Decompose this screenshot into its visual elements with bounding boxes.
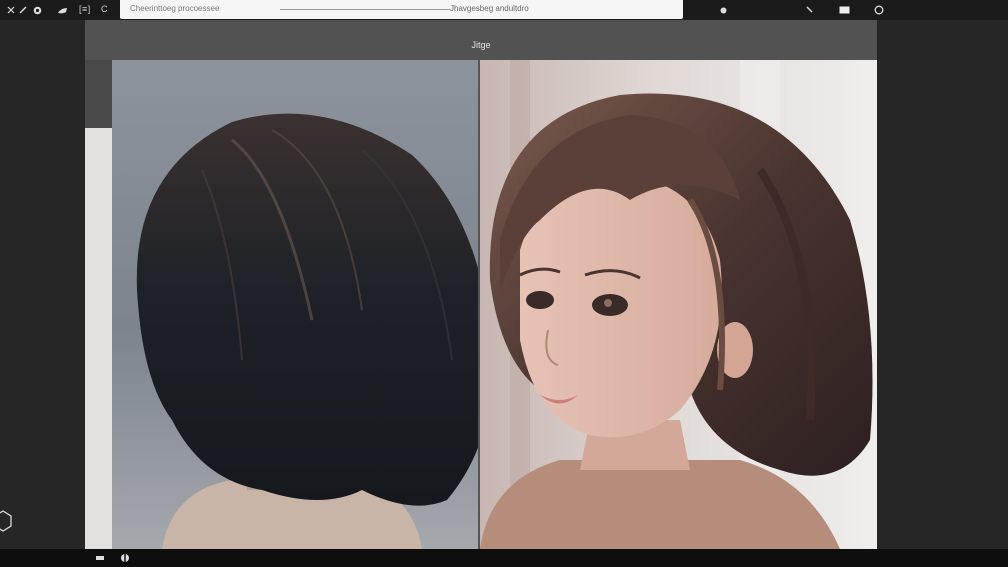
left-panel: prunto [0,20,85,563]
address-bar[interactable]: Cheerinttoeg procoessee Jhavgesbeg andul… [120,0,683,19]
canvas-left-strip-dark [85,60,112,128]
top-toolbar: [≡] C Cheerinttoeg procoessee Jhavgesbeg… [0,0,1008,20]
right-panel [877,20,1008,549]
pen-icon[interactable] [16,3,30,17]
record-icon[interactable] [30,3,44,17]
address-divider [280,9,450,10]
screen-icon[interactable] [837,3,851,17]
window-icon[interactable] [95,553,105,563]
crop-button[interactable]: C [101,4,108,14]
bottom-taskbar [0,549,1008,567]
arrow-icon[interactable] [803,3,817,17]
frame-text-button[interactable]: [≡] [79,4,91,14]
dot-icon[interactable] [716,3,730,17]
brush-icon[interactable] [55,3,69,17]
address-text-secondary: Jhavgesbeg andultdro [450,4,529,13]
canvas-title: Jitge [471,40,491,50]
hair-front-view-image [480,60,877,549]
canvas-left-strip-light [85,128,112,549]
address-text: Cheerinttoeg procoessee [130,4,220,13]
shield-icon[interactable] [120,553,130,563]
refresh-icon[interactable] [872,3,886,17]
hair-back-view-image [112,60,478,549]
hexagon-icon[interactable] [0,510,12,532]
